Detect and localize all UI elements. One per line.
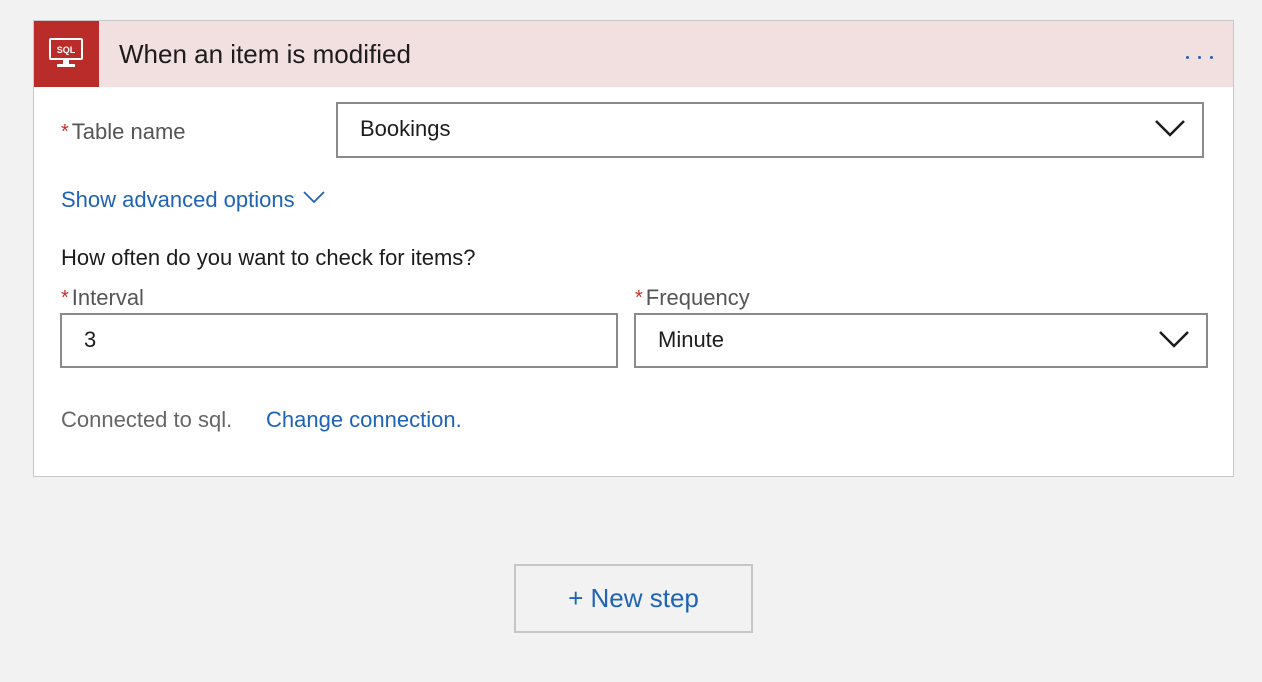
chevron-down-icon (1155, 120, 1185, 137)
table-name-value: Bookings (360, 116, 451, 141)
trigger-header[interactable]: SQL When an item is modified (34, 21, 1233, 87)
dot-icon (1198, 56, 1201, 59)
trigger-title: When an item is modified (119, 39, 411, 69)
table-name-label: * Table name (61, 119, 186, 144)
sql-monitor-icon: SQL (49, 38, 83, 67)
chevron-down-icon (1159, 331, 1189, 348)
show-advanced-options-label: Show advanced options (61, 187, 295, 212)
frequency-dropdown[interactable]: Minute (634, 313, 1208, 368)
sql-connector-icon: SQL (34, 21, 99, 87)
dot-icon (1186, 56, 1189, 59)
schedule-question: How often do you want to check for items… (61, 245, 476, 270)
interval-label: * Interval (61, 285, 144, 310)
new-step-button[interactable]: + New step (514, 564, 753, 633)
interval-value: 3 (84, 327, 97, 352)
interval-input[interactable]: 3 (60, 313, 618, 368)
connection-status: Connected to sql. (61, 407, 233, 432)
required-marker: * (61, 287, 69, 309)
more-options-button[interactable] (1181, 37, 1219, 69)
table-name-dropdown[interactable]: Bookings (336, 102, 1204, 158)
sql-icon-text: SQL (57, 45, 76, 55)
frequency-label: * Frequency (635, 285, 750, 310)
required-marker: * (635, 287, 643, 309)
change-connection-link[interactable]: Change connection. (266, 407, 462, 433)
trigger-card: SQL When an item is modified * Table name… (33, 20, 1234, 477)
chevron-down-icon (302, 191, 325, 204)
frequency-value: Minute (658, 327, 725, 352)
show-advanced-options-link[interactable]: Show advanced options (61, 187, 325, 213)
dot-icon (1210, 56, 1213, 59)
required-marker: * (61, 121, 69, 143)
